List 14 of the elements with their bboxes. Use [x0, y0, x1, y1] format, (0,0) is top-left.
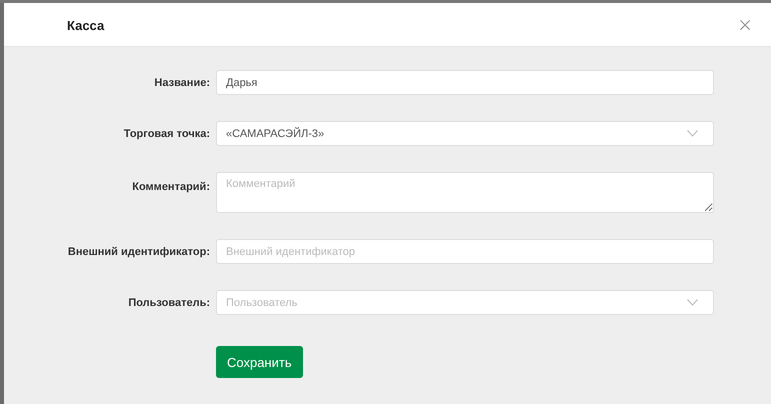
close-button[interactable]: ×: [733, 16, 757, 35]
field-label: Внешний идентификатор:: [66, 246, 211, 258]
comment-field[interactable]: Комментарий: [216, 172, 714, 213]
field-label: Название:: [153, 76, 211, 88]
save-button[interactable]: Сохранить: [216, 346, 303, 378]
chevron-down-icon: [687, 299, 698, 306]
dropdown-field[interactable]: «САМАРАСЭЙЛ-3»: [216, 121, 714, 146]
field-label: Пользователь:: [127, 296, 211, 308]
dialog-title: Касса: [67, 18, 104, 33]
text-field[interactable]: Внешний идентификатор: [216, 239, 714, 264]
text-field[interactable]: Дарья: [216, 70, 714, 95]
field-label: Комментарий:: [131, 180, 211, 193]
chevron-down-icon: [687, 130, 698, 137]
field-label: Торговая точка:: [122, 128, 211, 140]
